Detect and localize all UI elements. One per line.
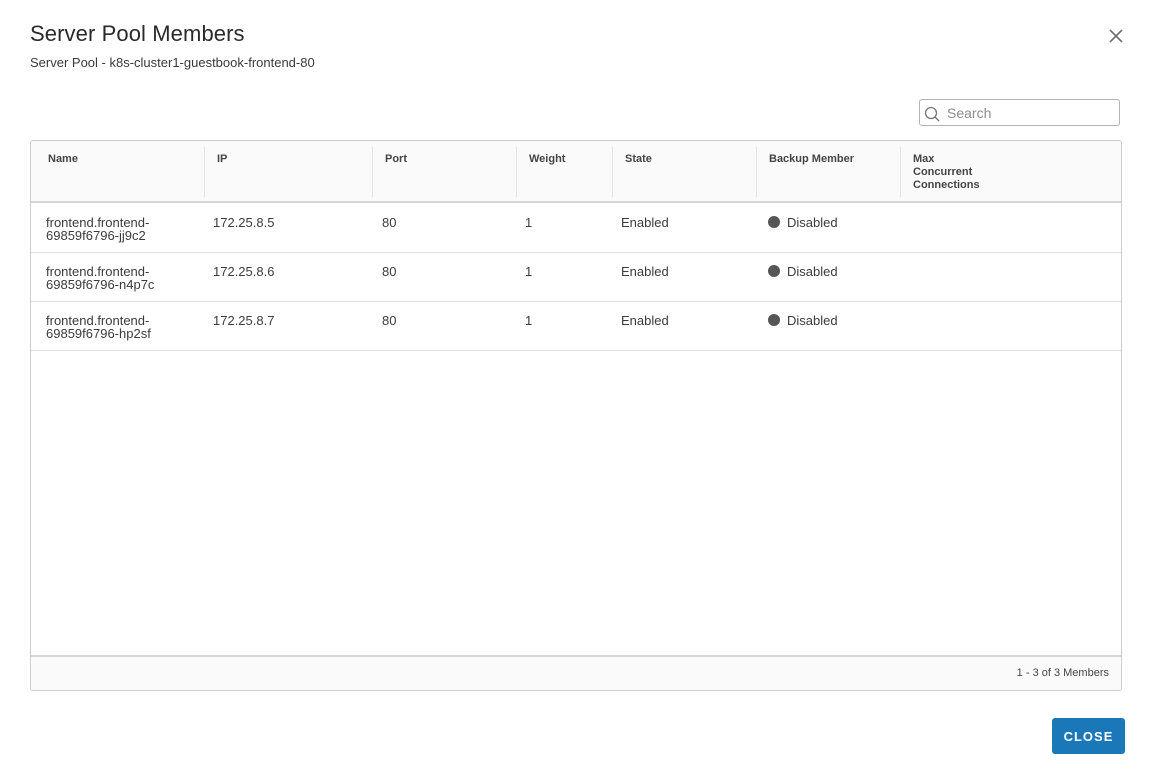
dialog-title: Server Pool Members xyxy=(30,21,245,46)
search-box[interactable] xyxy=(919,99,1120,126)
table-row[interactable]: frontend.frontend- 69859f6796-hp2sf 172.… xyxy=(31,302,1121,351)
cell-port: 80 xyxy=(382,264,397,279)
column-label: Name xyxy=(48,153,78,165)
pagination-summary: 1 - 3 of 3 Members xyxy=(1016,667,1109,679)
column-label: Backup Member xyxy=(769,153,854,165)
cell-backup-member: Disabled xyxy=(768,216,838,229)
members-datagrid: Name IP Port Weight State Backup Member … xyxy=(30,140,1122,691)
close-icon[interactable] xyxy=(1106,26,1126,46)
cell-port: 80 xyxy=(382,215,397,230)
column-header-state[interactable]: State xyxy=(613,147,757,197)
column-label-line: Concurrent xyxy=(913,166,973,178)
table-row[interactable]: frontend.frontend- 69859f6796-jj9c2 172.… xyxy=(31,204,1121,253)
cell-name: frontend.frontend- 69859f6796-jj9c2 xyxy=(46,216,196,242)
column-label: Weight xyxy=(529,153,566,165)
column-header-port[interactable]: Port xyxy=(373,147,517,197)
name-line: 69859f6796-jj9c2 xyxy=(46,228,146,243)
cell-weight: 1 xyxy=(525,264,533,279)
cell-ip: 172.25.8.7 xyxy=(213,313,275,328)
column-label-line: Connections xyxy=(913,179,980,191)
status-dot-icon xyxy=(768,314,780,326)
backup-status-text: Disabled xyxy=(787,264,838,279)
search-icon xyxy=(923,105,941,123)
column-label: Port xyxy=(385,153,407,165)
backup-status-text: Disabled xyxy=(787,313,838,328)
cell-weight: 1 xyxy=(525,215,533,230)
status-dot-icon xyxy=(768,265,780,277)
table-footer: 1 - 3 of 3 Members xyxy=(31,655,1121,690)
dialog-subtitle: Server Pool - k8s-cluster1-guestbook-fro… xyxy=(30,55,315,70)
server-pool-members-dialog: Server Pool Members Server Pool - k8s-cl… xyxy=(0,0,1152,778)
column-header-ip[interactable]: IP xyxy=(205,147,373,197)
cell-backup-member: Disabled xyxy=(768,265,838,278)
column-header-max-concurrent-connections[interactable]: Max Concurrent Connections xyxy=(901,147,1101,197)
column-label: IP xyxy=(217,153,228,165)
table-header: Name IP Port Weight State Backup Member … xyxy=(31,141,1121,203)
column-header-weight[interactable]: Weight xyxy=(517,147,613,197)
cell-state: Enabled xyxy=(621,215,669,230)
table-row[interactable]: frontend.frontend- 69859f6796-n4p7c 172.… xyxy=(31,253,1121,302)
cell-name: frontend.frontend- 69859f6796-n4p7c xyxy=(46,265,196,291)
cell-port: 80 xyxy=(382,313,397,328)
name-line: 69859f6796-n4p7c xyxy=(46,277,155,292)
status-dot-icon xyxy=(768,216,780,228)
column-label-line: Max xyxy=(913,153,935,165)
backup-status-text: Disabled xyxy=(787,215,838,230)
column-header-backup-member[interactable]: Backup Member xyxy=(757,147,901,197)
cell-state: Enabled xyxy=(621,264,669,279)
column-label: State xyxy=(625,153,652,165)
cell-ip: 172.25.8.6 xyxy=(213,264,275,279)
close-button[interactable]: CLOSE xyxy=(1052,718,1125,754)
cell-backup-member: Disabled xyxy=(768,314,838,327)
cell-weight: 1 xyxy=(525,313,533,328)
cell-ip: 172.25.8.5 xyxy=(213,215,275,230)
column-header-name[interactable]: Name xyxy=(36,147,205,197)
cell-name: frontend.frontend- 69859f6796-hp2sf xyxy=(46,314,196,340)
cell-state: Enabled xyxy=(621,313,669,328)
search-input[interactable] xyxy=(947,103,1115,122)
name-line: 69859f6796-hp2sf xyxy=(46,326,151,341)
